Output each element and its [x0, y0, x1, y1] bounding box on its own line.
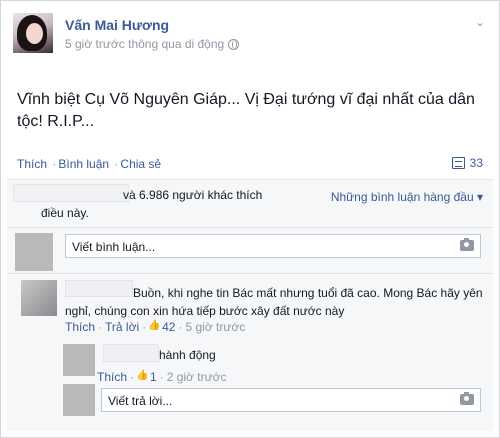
comment-count-value: 33 [469, 156, 483, 170]
likes-summary-cont: điều này. [41, 206, 89, 220]
camera-icon[interactable] [460, 392, 474, 405]
comment-count[interactable]: 33 [451, 156, 483, 170]
reply-time[interactable]: 2 giờ trước [167, 370, 227, 384]
comment-input[interactable]: Viết bình luận... [65, 234, 481, 258]
comment-like-link[interactable]: Thích [65, 320, 95, 334]
comment-like-count[interactable]: 42 [162, 320, 175, 334]
like-link[interactable]: Thích [17, 157, 47, 171]
author-name[interactable]: Vấn Mai Hương [65, 17, 169, 33]
reply-footer: Thích · 1 · 2 giờ trước [97, 370, 227, 384]
reply-input[interactable]: Viết trả lời... [101, 388, 481, 412]
thumbs-up-icon [148, 320, 160, 332]
post-text: Vĩnh biệt Cụ Võ Nguyên Giáp... Vị Đại tư… [17, 91, 475, 130]
share-link[interactable]: Chia sẻ [120, 157, 161, 171]
thumbs-up-icon [136, 370, 148, 382]
commenter-avatar[interactable] [21, 280, 57, 316]
post-time[interactable]: 5 giờ trước thông qua di động [65, 37, 224, 51]
top-comments-dropdown[interactable]: Những bình luận hàng đầu ▾ [331, 190, 483, 204]
viewer-reply-avatar [63, 384, 95, 416]
likes-summary[interactable]: và 6.986 người khác thích [123, 188, 262, 202]
reply-text: hành động [159, 348, 216, 362]
comment-reply-link[interactable]: Trả lời [105, 320, 139, 334]
comments-section: và 6.986 người khác thích điều này. Nhữn… [7, 179, 493, 431]
avatar-face [26, 23, 43, 44]
comment-text: Buồn, khi nghe tin Bác mất nhưng tuổi đã… [65, 284, 485, 320]
reply-like-link[interactable]: Thích [97, 370, 127, 384]
comment-body: Buồn, khi nghe tin Bác mất nhưng tuổi đã… [65, 286, 483, 318]
reply-input-placeholder: Viết trả lời... [108, 394, 173, 408]
post-card: Vấn Mai Hương 5 giờ trước thông qua di đ… [0, 0, 500, 438]
comment-footer: Thích · Trả lời · 42 · 5 giờ trước [65, 320, 245, 334]
blurred-reply-name [103, 344, 159, 362]
comment-link[interactable]: Bình luận [58, 157, 109, 171]
comment-input-placeholder: Viết bình luận... [72, 240, 156, 254]
chevron-down-icon[interactable]: ⌄ [475, 15, 485, 29]
reply-thread: hành động Thích · 1 · 2 giờ trước Viết t… [59, 340, 483, 431]
comment-count-icon [451, 157, 465, 169]
author-avatar[interactable] [13, 13, 53, 53]
likes-row: và 6.986 người khác thích điều này. Nhữn… [7, 180, 493, 228]
comment-time[interactable]: 5 giờ trước [185, 320, 245, 334]
camera-icon[interactable] [460, 238, 474, 251]
reply-like-count[interactable]: 1 [150, 370, 157, 384]
reply-avatar[interactable] [63, 344, 95, 376]
blurred-liker-name [13, 184, 129, 202]
post-meta: 5 giờ trước thông qua di động [65, 37, 240, 51]
viewer-avatar [15, 233, 53, 271]
globe-icon [228, 38, 240, 50]
post-actions: Thích · Bình luận · Chia sẻ [17, 157, 162, 171]
comment-composer-row: Viết bình luận... [7, 228, 493, 274]
